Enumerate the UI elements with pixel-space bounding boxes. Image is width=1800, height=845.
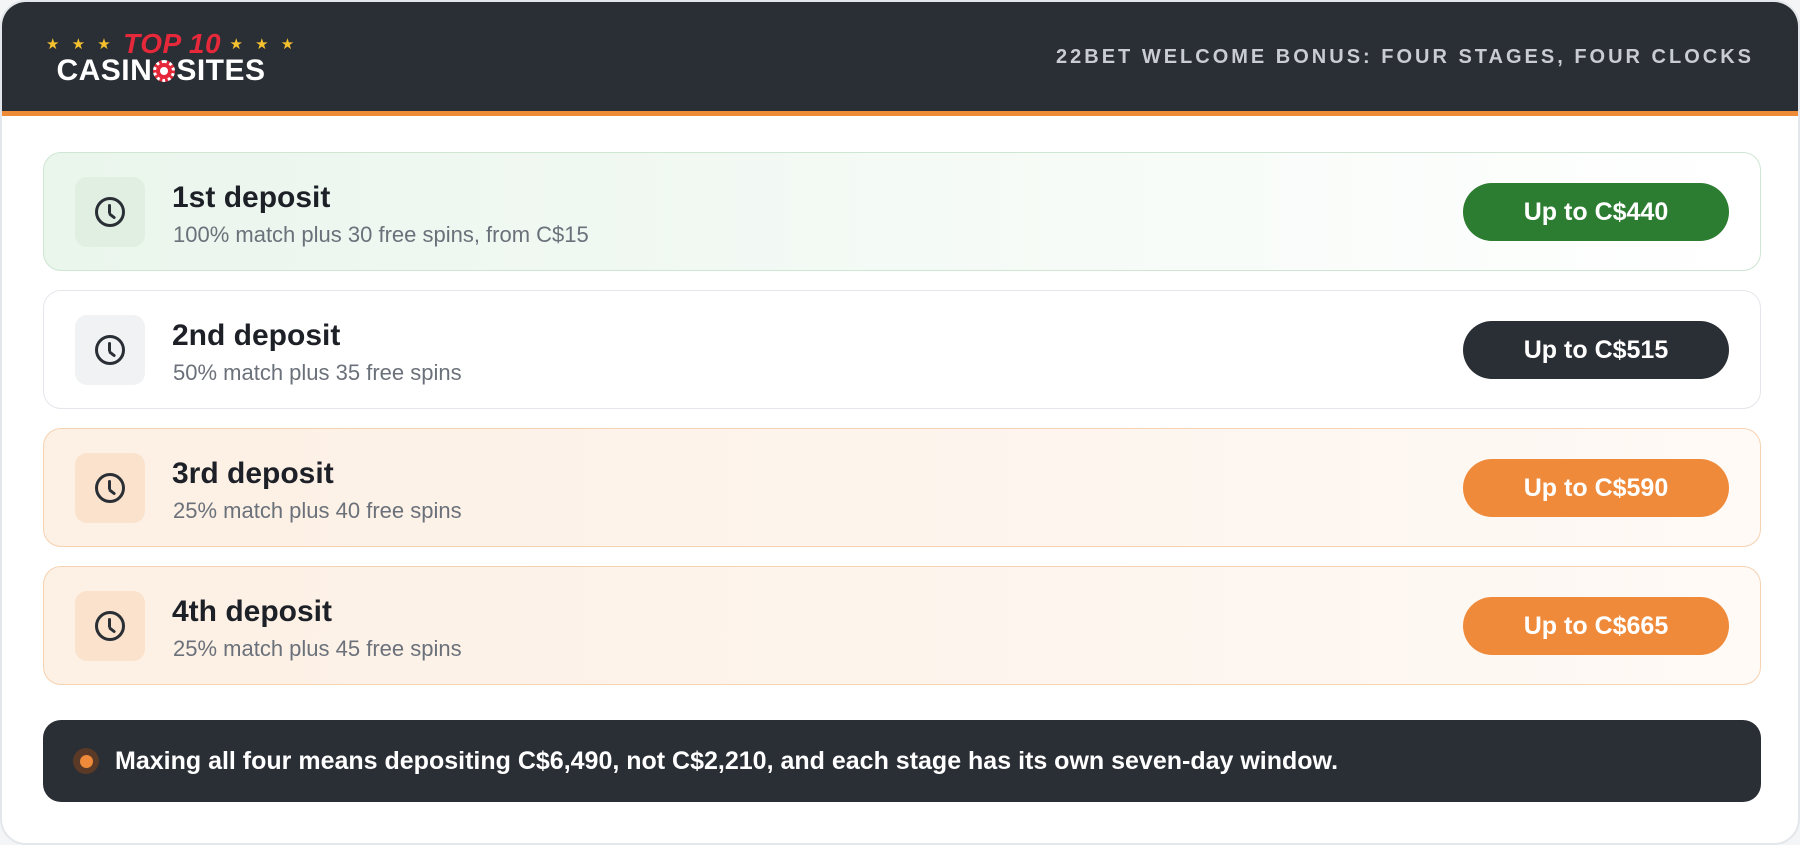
logo-stars-left: ★ ★ ★ bbox=[46, 36, 115, 53]
header-bar: ★ ★ ★ TOP 10 ★ ★ ★ CASIN SITES 22BET WELC… bbox=[2, 2, 1798, 116]
deposit-title: 1st deposit bbox=[172, 181, 331, 214]
status-dot-inner bbox=[79, 754, 93, 768]
deposit-title: 4th deposit bbox=[172, 595, 333, 628]
deposit-title: 2nd deposit bbox=[172, 319, 341, 352]
deposit-icon-box bbox=[75, 591, 145, 661]
clock-icon bbox=[95, 335, 125, 365]
deposit-description: 100% match plus 30 free spins, from C$15 bbox=[173, 222, 589, 247]
logo-sites-text: SITES bbox=[176, 54, 266, 87]
clock-icon bbox=[95, 473, 125, 503]
deposit-icon-box bbox=[75, 177, 145, 247]
deposit-title: 3rd deposit bbox=[172, 457, 334, 490]
logo-bottom-line: CASIN SITES bbox=[46, 54, 276, 88]
deposit-description: 25% match plus 45 free spins bbox=[173, 636, 462, 661]
deposit-row-3: 3rd deposit 25% match plus 40 free spins… bbox=[43, 428, 1761, 547]
deposit-row-2: 2nd deposit 50% match plus 35 free spins… bbox=[43, 290, 1761, 409]
footer-note: Maxing all four means depositing C$6,490… bbox=[115, 746, 1339, 775]
deposit-amount-badge[interactable]: Up to C$440 bbox=[1463, 183, 1729, 241]
deposit-row-4: 4th deposit 25% match plus 45 free spins… bbox=[43, 566, 1761, 685]
top10-casino-sites-logo[interactable]: ★ ★ ★ TOP 10 ★ ★ ★ CASIN SITES bbox=[46, 28, 294, 88]
deposit-row-1: 1st deposit 100% match plus 30 free spin… bbox=[43, 152, 1761, 271]
deposit-description: 25% match plus 40 free spins bbox=[173, 498, 462, 523]
bonus-card: ★ ★ ★ TOP 10 ★ ★ ★ CASIN SITES 22BET WELC… bbox=[0, 0, 1800, 845]
deposit-list: 1st deposit 100% match plus 30 free spin… bbox=[43, 152, 1761, 704]
deposit-amount-badge[interactable]: Up to C$515 bbox=[1463, 321, 1729, 379]
deposit-description: 50% match plus 35 free spins bbox=[173, 360, 462, 385]
deposit-amount-badge[interactable]: Up to C$590 bbox=[1463, 459, 1729, 517]
clock-icon bbox=[95, 611, 125, 641]
deposit-icon-box bbox=[75, 453, 145, 523]
poker-chip-icon bbox=[153, 60, 176, 82]
logo-stars-right: ★ ★ ★ bbox=[229, 36, 299, 53]
deposit-amount-badge[interactable]: Up to C$665 bbox=[1463, 597, 1729, 655]
clock-icon bbox=[95, 197, 125, 227]
status-dot-icon bbox=[73, 748, 99, 774]
logo-casin-text: CASIN bbox=[56, 54, 153, 87]
footer-note-bar: Maxing all four means depositing C$6,490… bbox=[43, 720, 1761, 802]
page-title: 22BET WELCOME BONUS: FOUR STAGES, FOUR C… bbox=[1056, 46, 1754, 68]
deposit-icon-box bbox=[75, 315, 145, 385]
